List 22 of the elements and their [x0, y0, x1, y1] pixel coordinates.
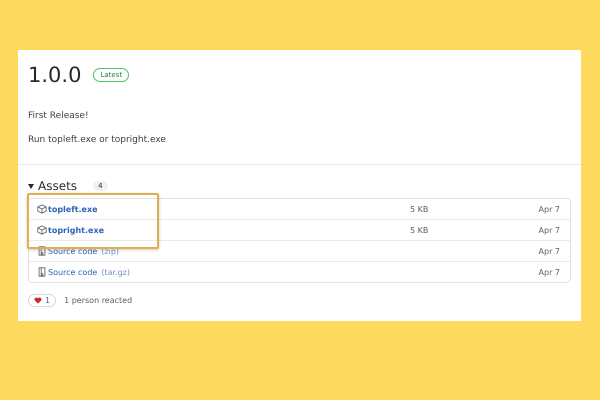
reaction-button[interactable]: 1: [28, 294, 56, 307]
asset-format[interactable]: (tar.gz): [101, 268, 130, 276]
asset-date: Apr 7: [538, 268, 560, 276]
package-icon: [37, 204, 47, 214]
asset-date: Apr 7: [538, 226, 560, 234]
release-note: Run topleft.exe or topright.exe: [28, 135, 167, 145]
assets-heading[interactable]: Assets: [38, 179, 78, 193]
reaction-summary: 1 person reacted: [64, 296, 132, 305]
asset-size: 5 KB: [410, 204, 430, 214]
release-note: First Release!: [28, 111, 90, 121]
asset-link[interactable]: topright.exe: [48, 226, 104, 234]
asset-size: 5 KB: [410, 226, 430, 234]
file-zip-icon: [37, 246, 47, 256]
asset-link[interactable]: topleft.exe: [48, 204, 98, 214]
caret-icon[interactable]: [28, 184, 34, 188]
package-icon: [37, 225, 47, 235]
heart-icon: [34, 297, 42, 304]
asset-date: Apr 7: [538, 204, 560, 214]
asset-date: Apr 7: [538, 246, 560, 256]
release-version: 1.0.0: [28, 63, 82, 87]
file-zip-icon: [37, 267, 47, 277]
asset-link[interactable]: Source code: [48, 268, 98, 276]
